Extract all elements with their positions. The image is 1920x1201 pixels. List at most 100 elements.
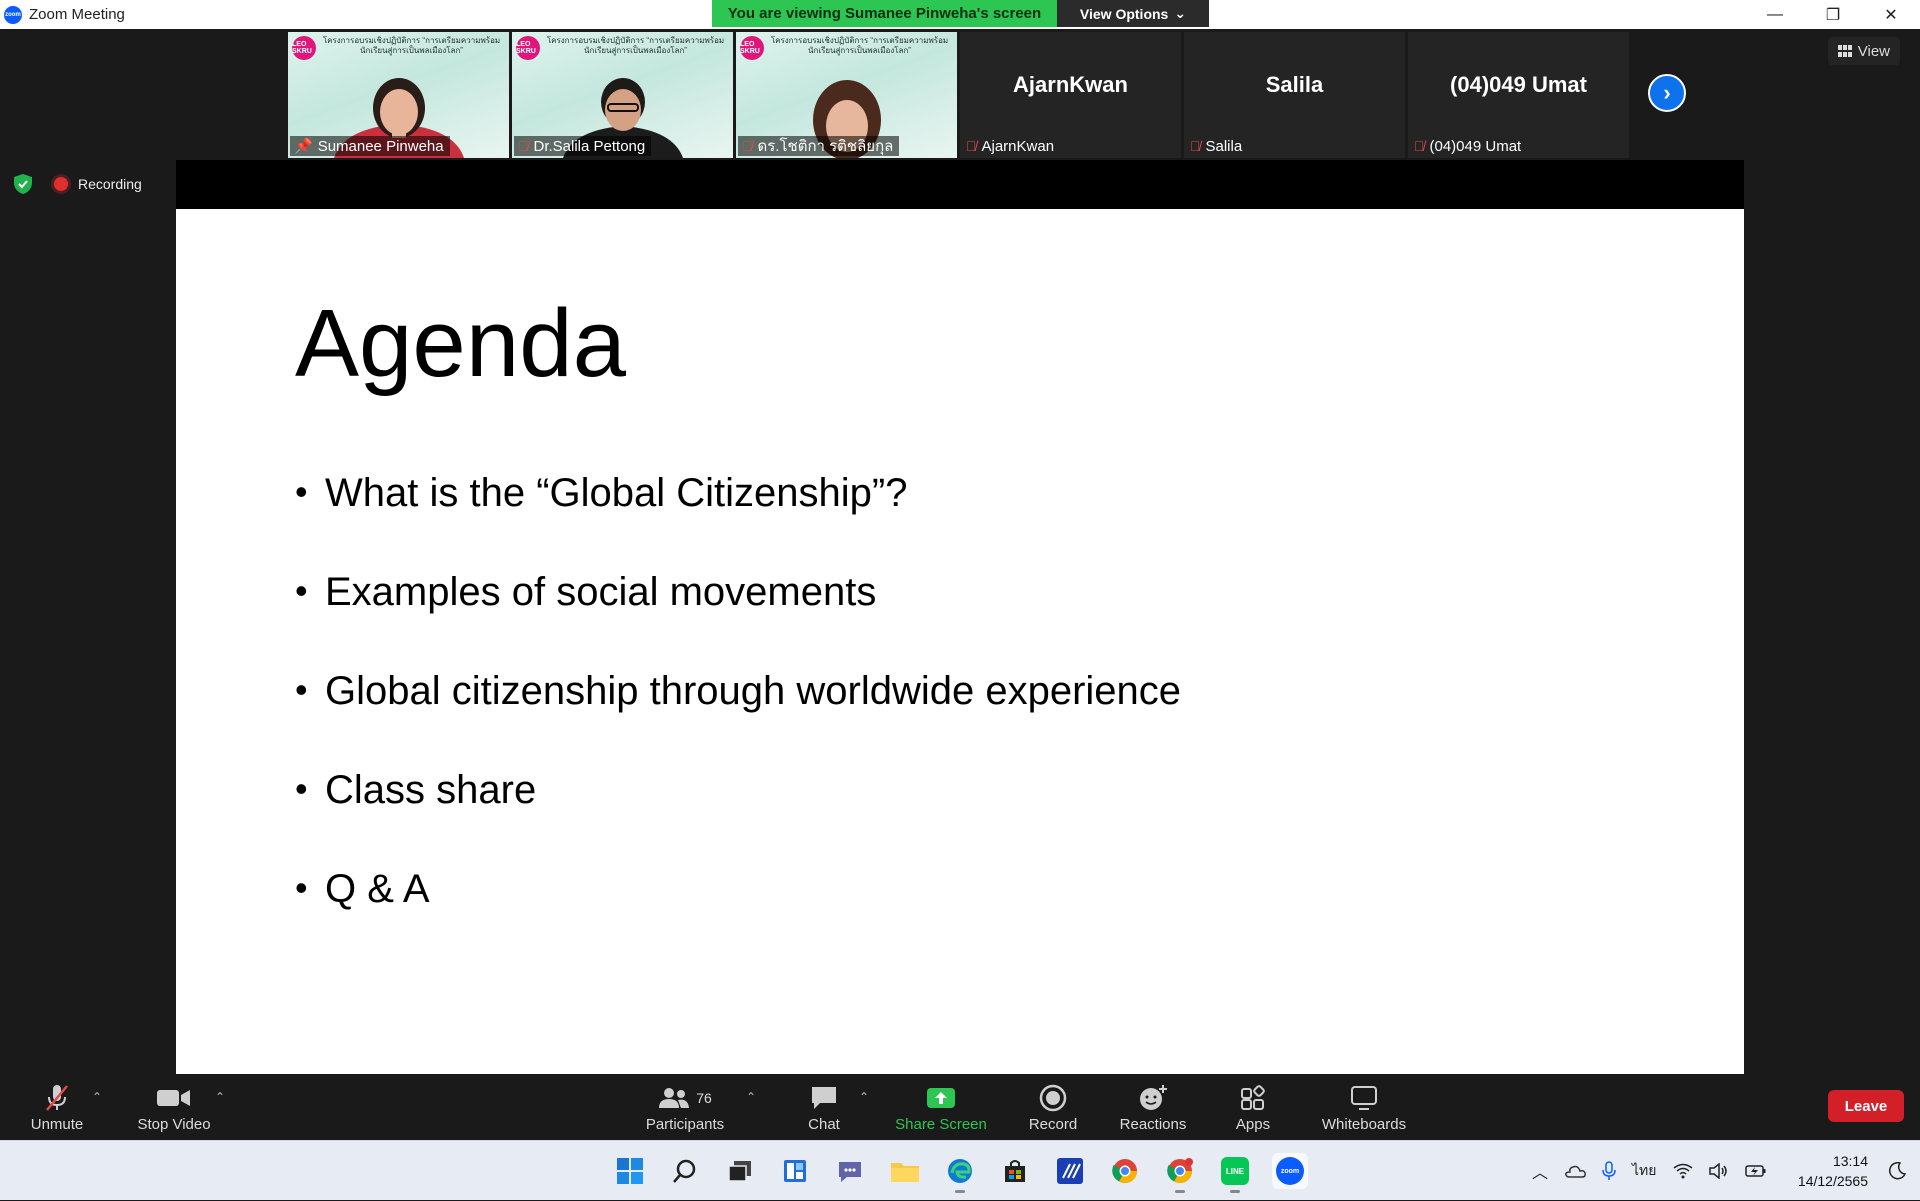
close-button[interactable]: ✕ (1862, 0, 1920, 29)
chat-options-chevron-icon[interactable]: ⌃ (859, 1090, 869, 1104)
search-icon (673, 1159, 696, 1183)
task-view-icon (728, 1161, 751, 1182)
windows-taskbar: LINE zoom ︿ ไทย 13:14 14/12/2565 (0, 1140, 1920, 1200)
meeting-controls: Unmute ⌃ Stop Video ⌃ 76 Participants ⌃ … (0, 1078, 1920, 1140)
video-banner-text: โครงการอบรมเชิงปฏิบัติการ “การเตรียมความ… (322, 36, 501, 55)
edge-button[interactable] (942, 1153, 978, 1193)
encryption-shield-icon[interactable] (14, 174, 32, 194)
notifications-button[interactable] (1888, 1141, 1906, 1201)
stop-video-label: Stop Video (137, 1116, 211, 1133)
widgets-icon (784, 1160, 806, 1182)
chat-label: Chat (808, 1116, 840, 1133)
org-logo-icon: LEO SKRU (516, 36, 540, 60)
bullet-icon: • (295, 471, 308, 512)
task-view-button[interactable] (722, 1153, 758, 1189)
unmute-button[interactable]: Unmute (24, 1078, 90, 1140)
wifi-icon[interactable] (1673, 1163, 1693, 1179)
whiteboard-icon (1351, 1086, 1377, 1110)
share-banner: You are viewing Sumanee Pinweha's screen… (712, 0, 1209, 27)
view-options-button[interactable]: View Options ⌄ (1057, 0, 1209, 27)
clock-date: 14/12/2565 (1797, 1173, 1868, 1189)
file-explorer-button[interactable] (887, 1153, 923, 1189)
agenda-item: • Examples of social movements (295, 570, 1181, 669)
viewing-screen-label: You are viewing Sumanee Pinweha's screen (712, 0, 1057, 27)
grid-icon (1837, 45, 1852, 57)
participant-name: Dr.Salila Pettong (533, 137, 646, 155)
participant-count: 76 (696, 1090, 712, 1106)
apps-icon (1241, 1085, 1265, 1110)
leave-button[interactable]: Leave (1828, 1090, 1904, 1122)
agenda-item: • What is the “Global Citizenship”? (295, 471, 1181, 570)
teams-chat-button[interactable] (832, 1153, 868, 1189)
participant-tile[interactable]: LEO SKRU โครงการอบรมเชิงปฏิบัติการ “การเ… (512, 32, 733, 158)
participant-name: (04)049 Umat (1429, 137, 1522, 155)
view-button[interactable]: View (1827, 37, 1900, 65)
volume-icon[interactable] (1708, 1163, 1729, 1179)
video-options-chevron-icon[interactable]: ⌃ (215, 1090, 225, 1104)
slide-title: Agenda (295, 290, 626, 397)
recording-indicator[interactable]: Recording (54, 176, 142, 192)
restore-button[interactable]: ❐ (1804, 0, 1862, 29)
bullet-icon: • (295, 768, 308, 809)
zoom-app-icon: zoom (1276, 1157, 1304, 1185)
line-app-icon: LINE (1221, 1157, 1249, 1185)
participant-tile[interactable]: LEO SKRU โครงการอบรมเชิงปฏิบัติการ “การเ… (288, 32, 509, 158)
minimize-button[interactable]: — (1746, 0, 1804, 29)
microphone-icon[interactable] (1602, 1161, 1616, 1181)
record-button[interactable]: Record (1022, 1078, 1084, 1140)
shared-screen-top-bar (176, 160, 1744, 209)
participant-display-name: Salila (1265, 71, 1324, 97)
participant-nameplate: 🎙̸ AjarnKwan (962, 136, 1060, 156)
input-language[interactable]: ไทย (1632, 1160, 1656, 1182)
participants-button[interactable]: 76 Participants (644, 1078, 726, 1140)
chrome-button[interactable] (1107, 1153, 1143, 1189)
participant-display-name: AjarnKwan (1013, 71, 1128, 97)
line-button[interactable]: LINE (1217, 1153, 1253, 1193)
chevron-right-icon: › (1663, 80, 1671, 105)
chat-bubble-icon (812, 1087, 836, 1109)
participants-options-chevron-icon[interactable]: ⌃ (746, 1090, 756, 1104)
moon-do-not-disturb-icon (1889, 1162, 1906, 1180)
participants-label: Participants (645, 1116, 725, 1133)
reactions-button[interactable]: Reactions (1118, 1078, 1188, 1140)
onedrive-cloud-icon[interactable] (1564, 1164, 1586, 1178)
meeting-status: Recording (14, 174, 142, 194)
participant-tile[interactable]: (04)049 Umat 🎙̸ (04)049 Umat (1408, 32, 1629, 158)
taskbar-clock[interactable]: 13:14 14/12/2565 (1798, 1151, 1868, 1191)
store-button[interactable] (997, 1153, 1033, 1189)
agenda-item: • Class share (295, 768, 1181, 867)
agenda-item: • Q & A (295, 867, 1181, 966)
agenda-item-text: Global citizenship through worldwide exp… (325, 669, 1182, 713)
participant-nameplate: 🎙̸ ดร.โชติกา รติชลิยกุล (738, 136, 900, 156)
gallery-next-page-button[interactable]: › (1648, 74, 1686, 112)
audio-options-chevron-icon[interactable]: ⌃ (92, 1090, 102, 1104)
record-label: Record (1028, 1116, 1078, 1133)
reactions-smiley-icon (1140, 1085, 1167, 1110)
participant-tile[interactable]: LEO SKRU โครงการอบรมเชิงปฏิบัติการ “การเ… (736, 32, 957, 158)
mail-app-button[interactable] (1052, 1153, 1088, 1189)
org-logo-icon: LEO SKRU (292, 36, 316, 60)
participant-tile[interactable]: Salila 🎙̸ Salila (1184, 32, 1405, 158)
share-screen-button[interactable]: Share Screen (894, 1078, 988, 1140)
chat-button[interactable]: Chat (800, 1078, 848, 1140)
participant-tile[interactable]: AjarnKwan 🎙̸ AjarnKwan (960, 32, 1181, 158)
taskbar-search-button[interactable] (667, 1153, 703, 1189)
system-tray: ︿ ไทย (1532, 1141, 1767, 1201)
view-options-label: View Options (1079, 5, 1169, 22)
windows-logo-icon (617, 1158, 643, 1184)
microphone-muted-icon (46, 1085, 68, 1111)
participant-name: Salila (1205, 137, 1243, 155)
apps-button[interactable]: Apps (1233, 1078, 1273, 1140)
stop-video-button[interactable]: Stop Video (132, 1078, 216, 1140)
chevron-up-icon[interactable]: ︿ (1532, 1159, 1548, 1183)
agenda-item-text: Class share (325, 768, 537, 812)
participant-nameplate: 🎙̸ (04)049 Umat (1410, 136, 1527, 156)
chrome-profile-button[interactable] (1162, 1153, 1198, 1193)
battery-charging-icon[interactable] (1744, 1164, 1767, 1178)
whiteboards-button[interactable]: Whiteboards (1318, 1078, 1410, 1140)
recording-label: Recording (78, 176, 142, 192)
start-button[interactable] (612, 1153, 648, 1189)
zoom-taskbar-button[interactable]: zoom (1272, 1153, 1308, 1189)
widgets-button[interactable] (777, 1153, 813, 1189)
participants-icon (659, 1088, 690, 1108)
